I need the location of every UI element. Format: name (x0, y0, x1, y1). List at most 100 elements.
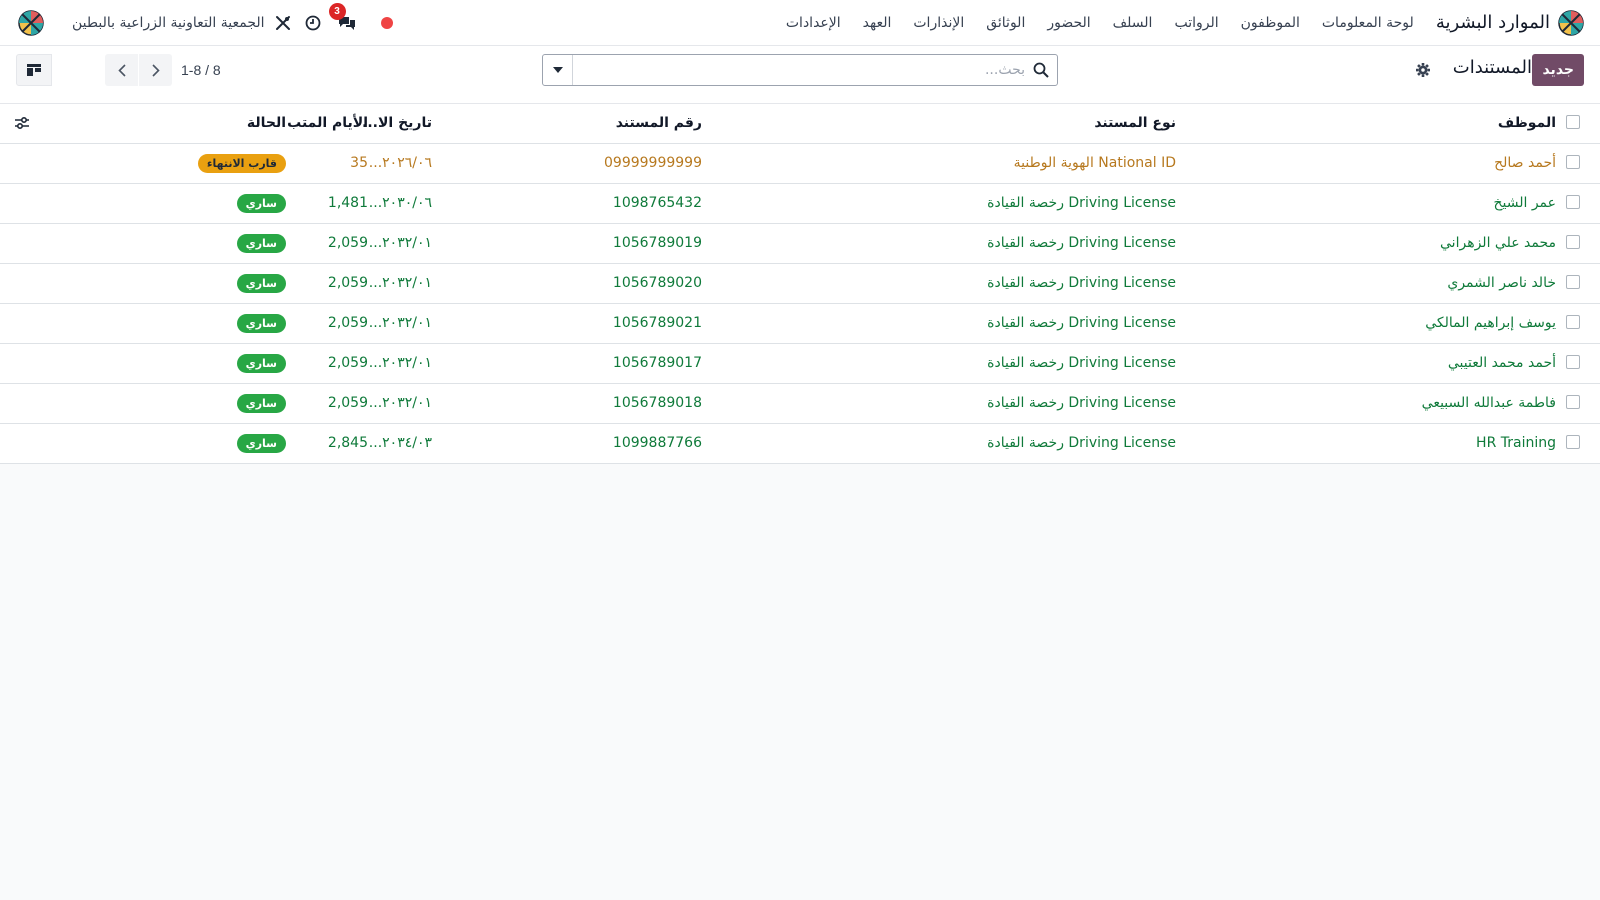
cell-state[interactable]: قارب الانتهاء (166, 144, 286, 183)
cell-expiry-date[interactable]: ٢٠٣٢/٠١... (360, 344, 432, 383)
optional-columns-icon[interactable] (10, 104, 30, 143)
cell-doc-type[interactable]: Driving License رخصة القيادة (836, 304, 1176, 343)
cell-expiry-date[interactable]: ٢٠٣٢/٠١... (360, 224, 432, 263)
row-checkbox[interactable] (1564, 264, 1580, 303)
cell-state[interactable]: ساري (166, 424, 286, 463)
cell-doc-number[interactable]: 1098765432 (613, 184, 702, 223)
row-checkbox[interactable] (1564, 224, 1580, 263)
cell-doc-number[interactable]: 09999999999 (604, 144, 702, 183)
table-row[interactable]: أحمد صالح National ID الهوية الوطنية 09999… (0, 144, 1600, 184)
cell-expiry-date[interactable]: ٢٠٣٢/٠١... (360, 384, 432, 423)
cell-state[interactable]: ساري (166, 264, 286, 303)
row-checkbox[interactable] (1564, 304, 1580, 343)
cell-doc-type[interactable]: National ID الهوية الوطنية (836, 144, 1176, 183)
cell-expiry-date[interactable]: ٢٠٣٤/٠٣... (360, 424, 432, 463)
cell-days-left[interactable]: 2,059 (288, 384, 368, 423)
cell-expiry-date[interactable]: ٢٠٣٢/٠١... (360, 304, 432, 343)
cell-doc-type[interactable]: Driving License رخصة القيادة (836, 264, 1176, 303)
tools-icon[interactable] (273, 13, 293, 33)
cell-doc-type[interactable]: Driving License رخصة القيادة (836, 224, 1176, 263)
cell-employee[interactable]: عمر الشيخ (1296, 184, 1556, 223)
menu-item-documents[interactable]: الوثائق (986, 15, 1025, 31)
cell-state[interactable]: ساري (166, 344, 286, 383)
menu-item-dashboard[interactable]: لوحة المعلومات (1322, 15, 1414, 31)
cell-employee[interactable]: يوسف إبراهيم المالكي (1296, 304, 1556, 343)
table-row[interactable]: محمد علي الزهراني Driving License رخصة ال… (0, 224, 1600, 264)
cell-doc-number[interactable]: 1056789019 (613, 224, 702, 263)
column-header-days-left[interactable]: الأيام المتب... (288, 104, 368, 143)
pager-next-button[interactable] (139, 54, 172, 86)
user-avatar[interactable] (18, 10, 44, 36)
cell-employee[interactable]: فاطمة عبدالله السبيعي (1296, 384, 1556, 423)
status-badge: ساري (236, 233, 286, 253)
cell-expiry-date[interactable]: ٢٠٣٠/٠٦... (360, 184, 432, 223)
cell-doc-number[interactable]: 1056789021 (613, 304, 702, 343)
cell-employee[interactable]: أحمد محمد العتيبي (1296, 344, 1556, 383)
cell-doc-number[interactable]: 1056789017 (613, 344, 702, 383)
column-header-state[interactable]: الحالة (166, 104, 286, 143)
cell-state[interactable]: ساري (166, 304, 286, 343)
app-logo-icon[interactable] (1558, 9, 1584, 36)
cell-expiry-date[interactable]: ٢٠٢٦/٠٦... (360, 144, 432, 183)
new-button[interactable]: جديد (1532, 54, 1584, 86)
cell-expiry-date[interactable]: ٢٠٣٢/٠١... (360, 264, 432, 303)
row-checkbox[interactable] (1564, 384, 1580, 423)
table-row[interactable]: HR Training Driving License رخصة القيادة 1… (0, 424, 1600, 464)
search-icon[interactable] (1033, 62, 1049, 78)
cell-employee[interactable]: أحمد صالح (1296, 144, 1556, 183)
cell-state[interactable]: ساري (166, 384, 286, 423)
kanban-view-button[interactable] (16, 54, 52, 86)
menu-item-settings[interactable]: الإعدادات (786, 15, 841, 31)
table-row[interactable]: عمر الشيخ Driving License رخصة القيادة 109… (0, 184, 1600, 224)
pager-value[interactable]: 1-8 / 8 (181, 62, 221, 78)
menu-item-warnings[interactable]: الإنذارات (913, 15, 964, 31)
cell-employee[interactable]: HR Training (1296, 424, 1556, 463)
cell-state[interactable]: ساري (166, 224, 286, 263)
table-row[interactable]: يوسف إبراهيم المالكي Driving License رخصة… (0, 304, 1600, 344)
column-header-expiry-date[interactable]: تاريخ الا... (360, 104, 432, 143)
clock-icon[interactable] (303, 13, 323, 33)
cell-days-left[interactable]: 2,845 (288, 424, 368, 463)
pager-previous-button[interactable] (105, 54, 138, 86)
cell-doc-type[interactable]: Driving License رخصة القيادة (836, 424, 1176, 463)
cell-employee[interactable]: خالد ناصر الشمري (1296, 264, 1556, 303)
search-options-toggle[interactable] (543, 55, 573, 85)
cell-days-left[interactable]: 1,481 (288, 184, 368, 223)
cell-employee[interactable]: محمد علي الزهراني (1296, 224, 1556, 263)
menu-item-custody[interactable]: العهد (863, 15, 892, 31)
cell-days-left[interactable]: 2,059 (288, 224, 368, 263)
cell-days-left[interactable]: 2,059 (288, 304, 368, 343)
cell-state[interactable]: ساري (166, 184, 286, 223)
cell-doc-type[interactable]: Driving License رخصة القيادة (836, 344, 1176, 383)
gear-icon[interactable] (1416, 63, 1430, 77)
menu-item-attendance[interactable]: الحضور (1047, 15, 1090, 31)
cell-days-left[interactable]: 35 (288, 144, 368, 183)
table-row[interactable]: أحمد محمد العتيبي Driving License رخصة ال… (0, 344, 1600, 384)
cell-days-left[interactable]: 2,059 (288, 344, 368, 383)
table-row[interactable]: خالد ناصر الشمري Driving License رخصة الق… (0, 264, 1600, 304)
cell-doc-type[interactable]: Driving License رخصة القيادة (836, 184, 1176, 223)
company-name[interactable]: الجمعية التعاونية الزراعية بالبطين (72, 15, 265, 31)
column-header-employee[interactable]: الموظف (1296, 104, 1556, 143)
column-header-doc-number[interactable]: رقم المستند (462, 104, 702, 143)
row-checkbox[interactable] (1564, 144, 1580, 183)
row-checkbox[interactable] (1564, 184, 1580, 223)
select-all-checkbox[interactable] (1564, 104, 1580, 143)
menu-item-employees[interactable]: الموظفون (1241, 15, 1300, 31)
cell-days-left[interactable]: 2,059 (288, 264, 368, 303)
row-checkbox[interactable] (1564, 424, 1580, 463)
cell-doc-type[interactable]: Driving License رخصة القيادة (836, 384, 1176, 423)
top-navbar: الموارد البشرية لوحة المعلومات الموظفون … (0, 0, 1600, 46)
cell-doc-number[interactable]: 1056789020 (613, 264, 702, 303)
search-input[interactable] (573, 55, 1025, 85)
messages-icon[interactable]: 3 (328, 3, 359, 33)
cell-doc-number[interactable]: 1056789018 (613, 384, 702, 423)
status-dot[interactable] (380, 17, 393, 29)
cell-doc-number[interactable]: 1099887766 (613, 424, 702, 463)
app-name[interactable]: الموارد البشرية (1436, 12, 1550, 33)
menu-item-advances[interactable]: السلف (1113, 15, 1153, 31)
table-row[interactable]: فاطمة عبدالله السبيعي Driving License رخص… (0, 384, 1600, 424)
row-checkbox[interactable] (1564, 344, 1580, 383)
menu-item-payroll[interactable]: الرواتب (1174, 15, 1218, 31)
column-header-doc-type[interactable]: نوع المستند (836, 104, 1176, 143)
